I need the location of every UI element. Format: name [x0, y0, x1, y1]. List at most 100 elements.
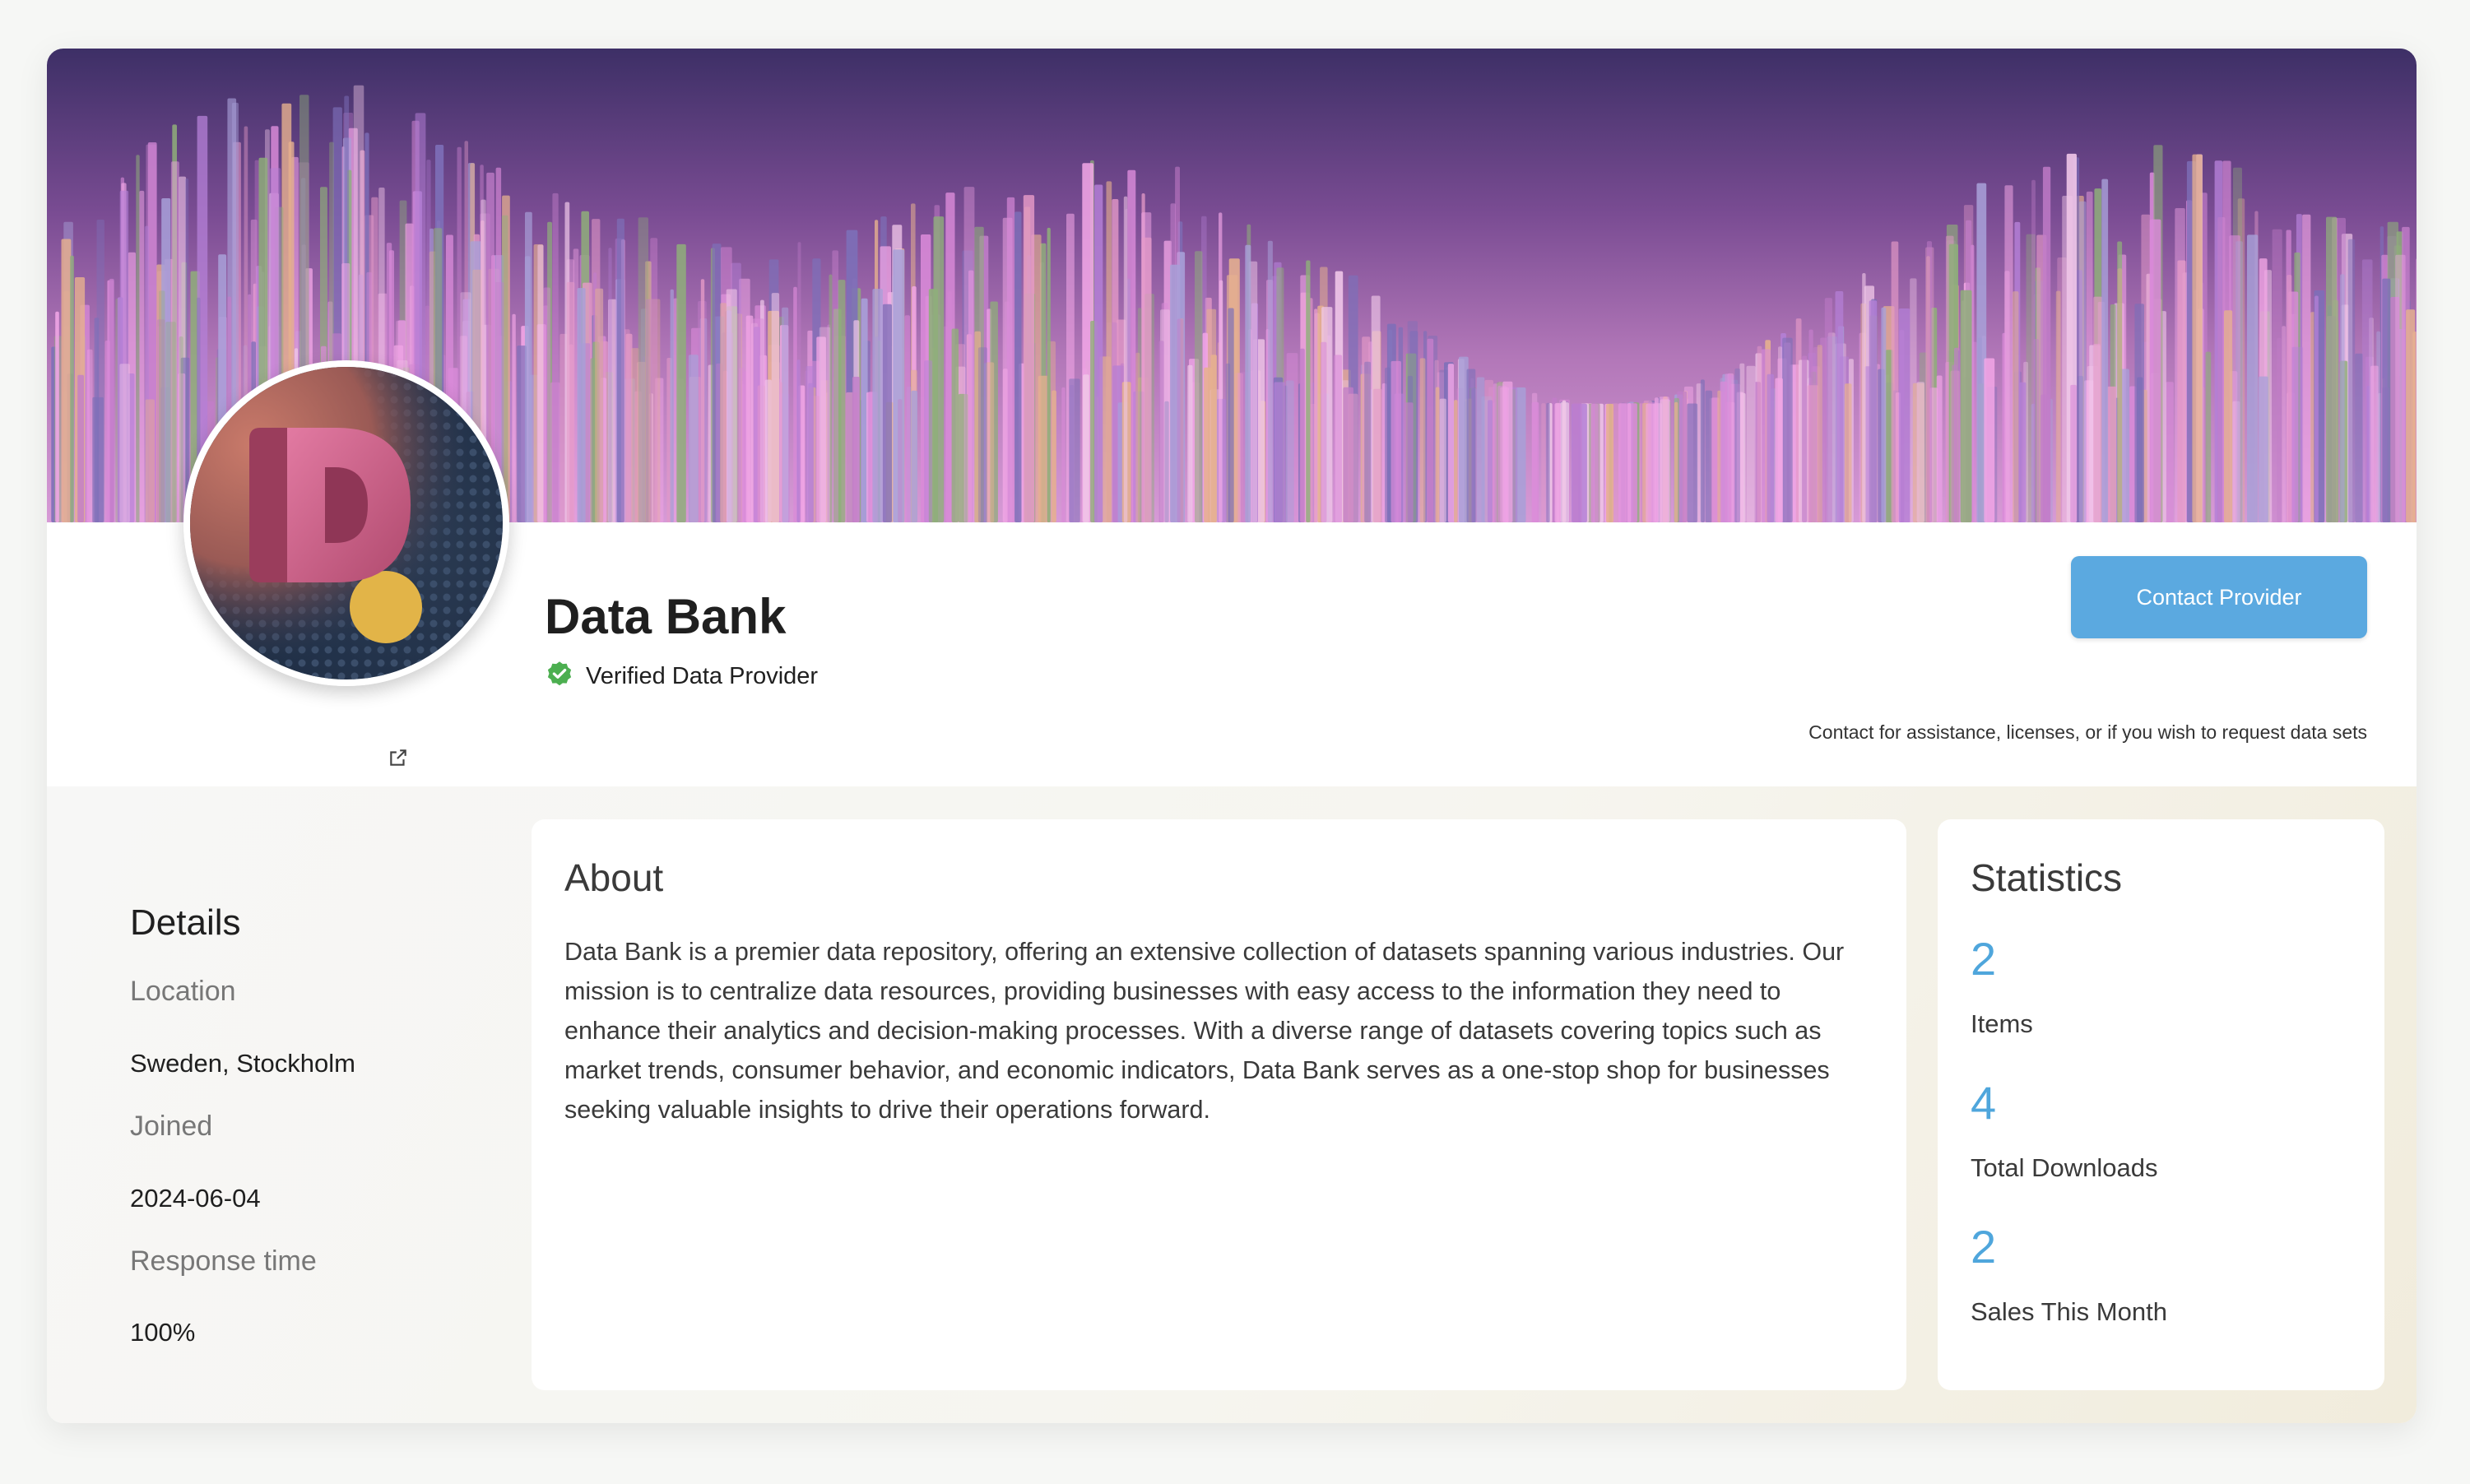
- details-title: Details: [130, 902, 241, 943]
- banner-bar: [1541, 403, 1546, 522]
- banner-bar: [159, 290, 165, 522]
- banner-bar: [1984, 358, 1995, 522]
- banner-bar: [1720, 381, 1728, 522]
- banner-bar: [1476, 377, 1485, 522]
- banner-bar: [1052, 390, 1056, 522]
- banner-bar: [577, 288, 586, 522]
- banner-bar: [1274, 382, 1285, 522]
- banner-bar: [2326, 216, 2338, 522]
- banner-bar: [1618, 403, 1627, 522]
- banner-bar: [782, 307, 789, 522]
- banner-bar: [1306, 260, 1311, 522]
- banner-bar: [739, 368, 745, 522]
- banner-bar: [1391, 360, 1401, 522]
- banner-bar: [1141, 237, 1152, 522]
- banner-bar: [1314, 308, 1318, 522]
- banner-bar: [645, 299, 652, 522]
- banner-bar: [1862, 273, 1866, 522]
- stat-sales-value: 2: [1971, 1221, 1997, 1273]
- banner-bar: [1687, 403, 1698, 522]
- banner-bar: [688, 355, 699, 522]
- banner-bar: [764, 379, 772, 522]
- banner-bar: [2042, 166, 2051, 522]
- banner-bar: [2031, 179, 2036, 522]
- banner-bar: [1123, 196, 1128, 522]
- provider-profile-card: D Data Bank Verified Data Provider Conta…: [47, 49, 2417, 1423]
- banner-bar: [625, 333, 633, 522]
- banner-bar: [1061, 387, 1066, 522]
- banner-bar: [924, 360, 933, 522]
- about-title: About: [564, 856, 664, 899]
- banner-bar: [2282, 326, 2287, 522]
- banner-bar: [1014, 211, 1022, 522]
- banner-bar: [1385, 367, 1391, 522]
- banner-bar: [1926, 241, 1932, 522]
- banner-bar: [1002, 369, 1008, 522]
- banner-bar: [1531, 401, 1539, 522]
- banner-bar: [2314, 295, 2319, 522]
- banner-bar: [1802, 355, 1808, 522]
- banner-bar: [2078, 201, 2087, 522]
- contact-help-text: Contact for assistance, licenses, or if …: [1808, 721, 2367, 743]
- banner-bar: [1606, 403, 1614, 522]
- banner-bar: [2347, 239, 2356, 522]
- banner-bar: [1210, 355, 1217, 522]
- banner-bar: [1299, 348, 1305, 522]
- banner-bar: [1006, 197, 1015, 522]
- banner-bar: [1817, 345, 1822, 522]
- banner-bar: [595, 288, 604, 522]
- banner-bar: [1364, 361, 1371, 522]
- banner-bar: [55, 311, 59, 522]
- banner-bar: [2149, 219, 2161, 522]
- banner-bar: [1404, 402, 1414, 522]
- banner-bar: [566, 281, 575, 522]
- banner-bar: [1739, 363, 1745, 522]
- banner-bar: [1285, 380, 1294, 522]
- banner-bar: [1177, 318, 1184, 522]
- banner-bar: [104, 341, 110, 522]
- joined-label: Joined: [130, 1111, 213, 1142]
- response-time-label: Response time: [130, 1245, 317, 1277]
- provider-name: Data Bank: [545, 589, 787, 644]
- banner-bar: [2291, 346, 2304, 522]
- banner-bar: [898, 399, 903, 522]
- banner-bar: [1267, 240, 1273, 522]
- banner-bar: [1488, 400, 1493, 522]
- banner-bar: [1023, 195, 1035, 522]
- banner-bar: [2106, 386, 2116, 522]
- banner-bar: [1195, 251, 1203, 522]
- banner-bar: [1447, 364, 1454, 522]
- banner-bar: [1705, 390, 1712, 522]
- banner-bar: [2093, 296, 2103, 522]
- banner-bar: [524, 256, 531, 522]
- banner-bar: [70, 255, 74, 522]
- banner-bar: [797, 242, 801, 522]
- contact-provider-button[interactable]: Contact Provider: [2071, 556, 2367, 638]
- banner-bar: [1824, 298, 1832, 522]
- details-section: Details Location Sweden, Stockholm Joine…: [130, 786, 492, 1423]
- verified-badge: Verified Data Provider: [545, 660, 818, 693]
- banner-bar: [179, 336, 183, 522]
- banner-bar: [2406, 309, 2416, 522]
- banner-bar: [185, 178, 189, 522]
- banner-bar: [2272, 229, 2282, 522]
- location-label: Location: [130, 976, 236, 1007]
- banner-bar: [1228, 308, 1234, 522]
- banner-bar: [2004, 271, 2010, 522]
- banner-bar: [1560, 402, 1569, 522]
- banner-bar: [1348, 393, 1358, 522]
- banner-bar: [2355, 353, 2363, 522]
- banner-bar: [2134, 304, 2144, 522]
- banner-bar: [2166, 382, 2174, 522]
- banner-bar: [1782, 337, 1793, 522]
- banner-bar: [1869, 300, 1878, 522]
- banner-bar: [2117, 268, 2123, 522]
- verified-label: Verified Data Provider: [586, 662, 819, 689]
- banner-bar: [882, 304, 892, 522]
- banner-bar: [726, 289, 737, 522]
- banner-bar: [1435, 387, 1440, 522]
- banner-bar: [904, 315, 910, 522]
- banner-bar: [2013, 291, 2019, 522]
- banner-bar: [1891, 241, 1899, 522]
- external-link-icon[interactable]: [388, 747, 409, 768]
